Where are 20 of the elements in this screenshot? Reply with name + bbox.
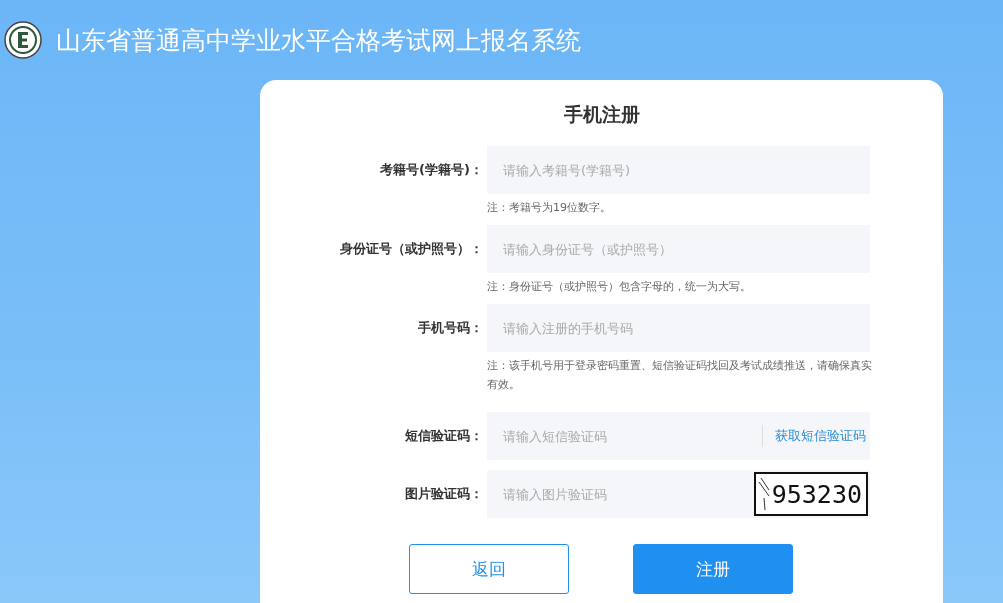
form-title: 手机注册 <box>562 102 641 127</box>
input-field[interactable]: 请输入注册的手机号码 <box>487 304 870 352</box>
field-label: 考籍号(学籍号)： <box>379 161 484 179</box>
input-field[interactable]: 请输入图片验证码 <box>487 470 754 518</box>
captcha-image[interactable]: 953230 <box>754 472 868 516</box>
field-note: 注：该手机号用于登录密码重置、短信验证码找回及考试成绩推送，请确保真实有效。 <box>487 358 873 393</box>
field-label: 手机号码： <box>417 319 484 337</box>
site-title: 山东省普通高中学业水平合格考试网上报名系统 <box>56 24 581 57</box>
input-field[interactable]: 请输入身份证号（或护照号） <box>487 225 870 273</box>
field-label: 身份证号（或护照号）： <box>339 240 484 258</box>
emblem-icon <box>4 21 42 59</box>
get-sms-code-link[interactable]: 获取短信验证码 <box>762 412 870 460</box>
register-button[interactable]: 注册 <box>633 544 793 594</box>
field-note: 注：考籍号为19位数字。 <box>487 200 612 216</box>
field-label: 图片验证码： <box>404 485 484 503</box>
field-note: 注：身份证号（或护照号）包含字母的，统一为大写。 <box>487 279 752 295</box>
input-field[interactable]: 请输入考籍号(学籍号) <box>487 146 870 194</box>
back-button[interactable]: 返回 <box>409 544 569 594</box>
field-label: 短信验证码： <box>404 427 484 445</box>
input-field[interactable]: 请输入短信验证码 <box>487 412 762 460</box>
